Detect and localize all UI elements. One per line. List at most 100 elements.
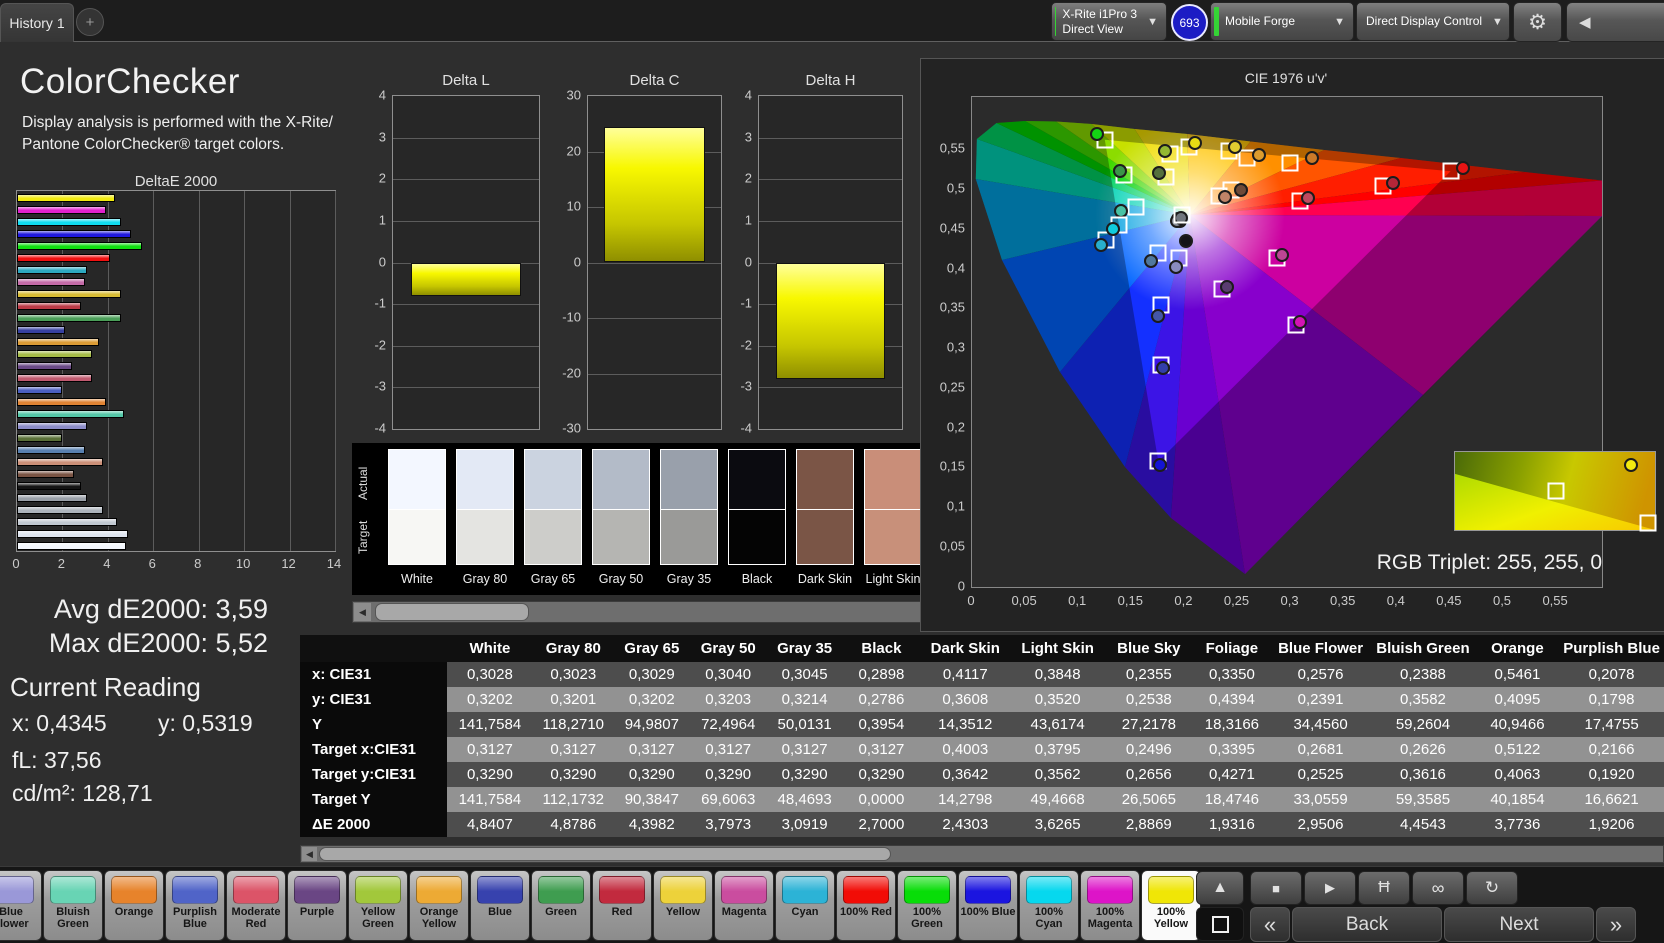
swatch-scroll-thumb[interactable] [375, 603, 529, 621]
cie-x-tick: 0,55 [1542, 593, 1568, 608]
patch-button-100-magenta[interactable]: 100% Magenta [1080, 870, 1140, 941]
hold-button[interactable]: Ħ [1358, 871, 1410, 905]
add-tab-button[interactable]: + [76, 8, 104, 36]
measured-marker-100-green [1090, 126, 1105, 141]
patch-color-chip [0, 876, 34, 904]
tab-history-1[interactable]: History 1 [0, 3, 74, 42]
scroll-up-button[interactable]: ▲ [1196, 871, 1244, 905]
y-tick-label: -10 [562, 309, 581, 325]
patch-color-chip [782, 876, 828, 904]
y-tick-label: 3 [378, 129, 386, 145]
chevron-down-icon: ▼ [1147, 15, 1158, 28]
play-button[interactable]: ▶ [1304, 871, 1356, 905]
patch-button-magenta[interactable]: Magenta [714, 870, 774, 941]
patch-button-red[interactable]: Red [592, 870, 652, 941]
session-count-badge[interactable]: 693 [1171, 4, 1208, 41]
window-icon [1211, 915, 1229, 933]
swatch-target [864, 509, 922, 565]
patch-button-100-red[interactable]: 100% Red [836, 870, 896, 941]
patch-button-label: Moderate Red [231, 906, 281, 931]
patch-button-green[interactable]: Green [531, 870, 591, 941]
patch-button-100-green[interactable]: 100% Green [897, 870, 957, 941]
back-button[interactable]: Back [1292, 907, 1442, 942]
patch-button-cyan[interactable]: Cyan [775, 870, 835, 941]
table-scrollbar[interactable]: ◀ [300, 845, 1664, 863]
patch-button-purple[interactable]: Purple [287, 870, 347, 941]
display-control-dropdown[interactable]: Direct Display Control ▼ [1356, 2, 1510, 41]
table-cell: 0,4394 [1192, 687, 1271, 712]
patch-button-blue[interactable]: Blue [470, 870, 530, 941]
swatch-label: White [401, 572, 433, 586]
deltae-bar-red [17, 302, 81, 310]
measured-marker-magenta [1275, 248, 1290, 263]
patch-button-100-yellow[interactable]: 100% Yellow [1141, 870, 1201, 941]
reading-y: y: 0,5319 [158, 710, 253, 736]
table-cell: 33,0559 [1270, 787, 1371, 812]
pattern-window-button[interactable] [1196, 907, 1244, 941]
scroll-left-icon[interactable]: ◀ [354, 603, 371, 621]
table-cell: 69,6063 [690, 787, 767, 812]
patch-button-orange[interactable]: Orange [104, 870, 164, 941]
sync-button[interactable]: ↻ [1466, 871, 1518, 905]
prev-button[interactable]: « [1250, 907, 1290, 942]
table-cell: 0,3201 [532, 687, 614, 712]
patch-button-label: Orange [114, 906, 154, 918]
table-cell: 0,3127 [766, 737, 843, 762]
next-button[interactable]: Next [1444, 907, 1594, 942]
delta-l-y-axis: 4 3 2 1 0 -1 -2 -3 -4 [352, 88, 388, 436]
swatch-scrollbar[interactable]: ◀ ▶ [352, 601, 970, 623]
collapse-panel-button[interactable]: ◀ [1566, 2, 1664, 42]
cie-y-tick: 0,2 [946, 419, 965, 435]
scroll-left-icon[interactable]: ◀ [302, 847, 317, 861]
deltae-bar-100-blue [17, 230, 131, 238]
patch-button-moderate-red[interactable]: Moderate Red [226, 870, 286, 941]
table-scroll-thumb[interactable] [319, 847, 891, 861]
patch-color-chip [660, 876, 706, 904]
chevrons-right-button[interactable]: » [1596, 907, 1636, 942]
stop-button[interactable]: ■ [1250, 871, 1302, 905]
patch-button-100-blue[interactable]: 100% Blue [958, 870, 1018, 941]
patch-button-yellow-green[interactable]: Yellow Green [348, 870, 408, 941]
actual-label: Actual [356, 466, 370, 500]
row-label: Target x:CIE31 [300, 737, 447, 762]
source-dropdown[interactable]: Mobile Forge ▼ [1210, 2, 1354, 41]
y-tick-label: -4 [374, 420, 386, 436]
patch-button-100-cyan[interactable]: 100% Cyan [1019, 870, 1079, 941]
table-cell: 0,4271 [1192, 762, 1271, 787]
loop-button[interactable]: ∞ [1412, 871, 1464, 905]
patch-button-label: Blue [488, 906, 512, 918]
patch-button-bluish-green[interactable]: Bluish Green [43, 870, 103, 941]
patch-color-chip [1148, 876, 1194, 904]
table-cell: 0,4117 [920, 662, 1011, 687]
y-tick-label: -3 [374, 378, 386, 394]
deltae-bar-100-green [17, 242, 143, 250]
patch-button-purplish-blue[interactable]: Purplish Blue [165, 870, 225, 941]
y-tick-label: -4 [740, 420, 752, 436]
table-cell: 0,3202 [446, 687, 533, 712]
table-cell: 26,5065 [1104, 787, 1193, 812]
cie-title: CIE 1976 u'v' [1244, 70, 1328, 86]
patch-color-chip [416, 876, 462, 904]
table-cell: 1,9206 [1559, 812, 1664, 837]
column-header: Gray 35 [766, 635, 843, 662]
meter-dropdown[interactable]: X-Rite i1Pro 3 Direct View ▼ [1051, 2, 1167, 41]
target-marker-orange [1281, 154, 1299, 172]
table-cell: 17,4755 [1559, 712, 1664, 737]
y-tick-label: 2 [744, 170, 752, 186]
measured-marker-orange [1305, 150, 1320, 165]
y-tick-label: 1 [744, 212, 752, 228]
grid-line [759, 179, 902, 181]
table-cell: 2,9506 [1270, 812, 1371, 837]
settings-button[interactable]: ⚙ [1513, 2, 1562, 42]
patch-button-yellow[interactable]: Yellow [653, 870, 713, 941]
patch-button-blue-flower[interactable]: Blue Flower [0, 870, 42, 941]
delta-h-chart [758, 95, 903, 430]
measured-marker-purplish-blue [1151, 308, 1166, 323]
table-cell: 0,2576 [1270, 662, 1371, 687]
deltae-bar-gray-50 [17, 506, 104, 514]
grid-line [393, 137, 539, 139]
patch-button-orange-yellow[interactable]: Orange Yellow [409, 870, 469, 941]
table-cell: 0,3350 [1192, 662, 1271, 687]
table-cell: 0,2656 [1104, 762, 1193, 787]
patch-button-label: 100% Cyan [1034, 906, 1064, 931]
